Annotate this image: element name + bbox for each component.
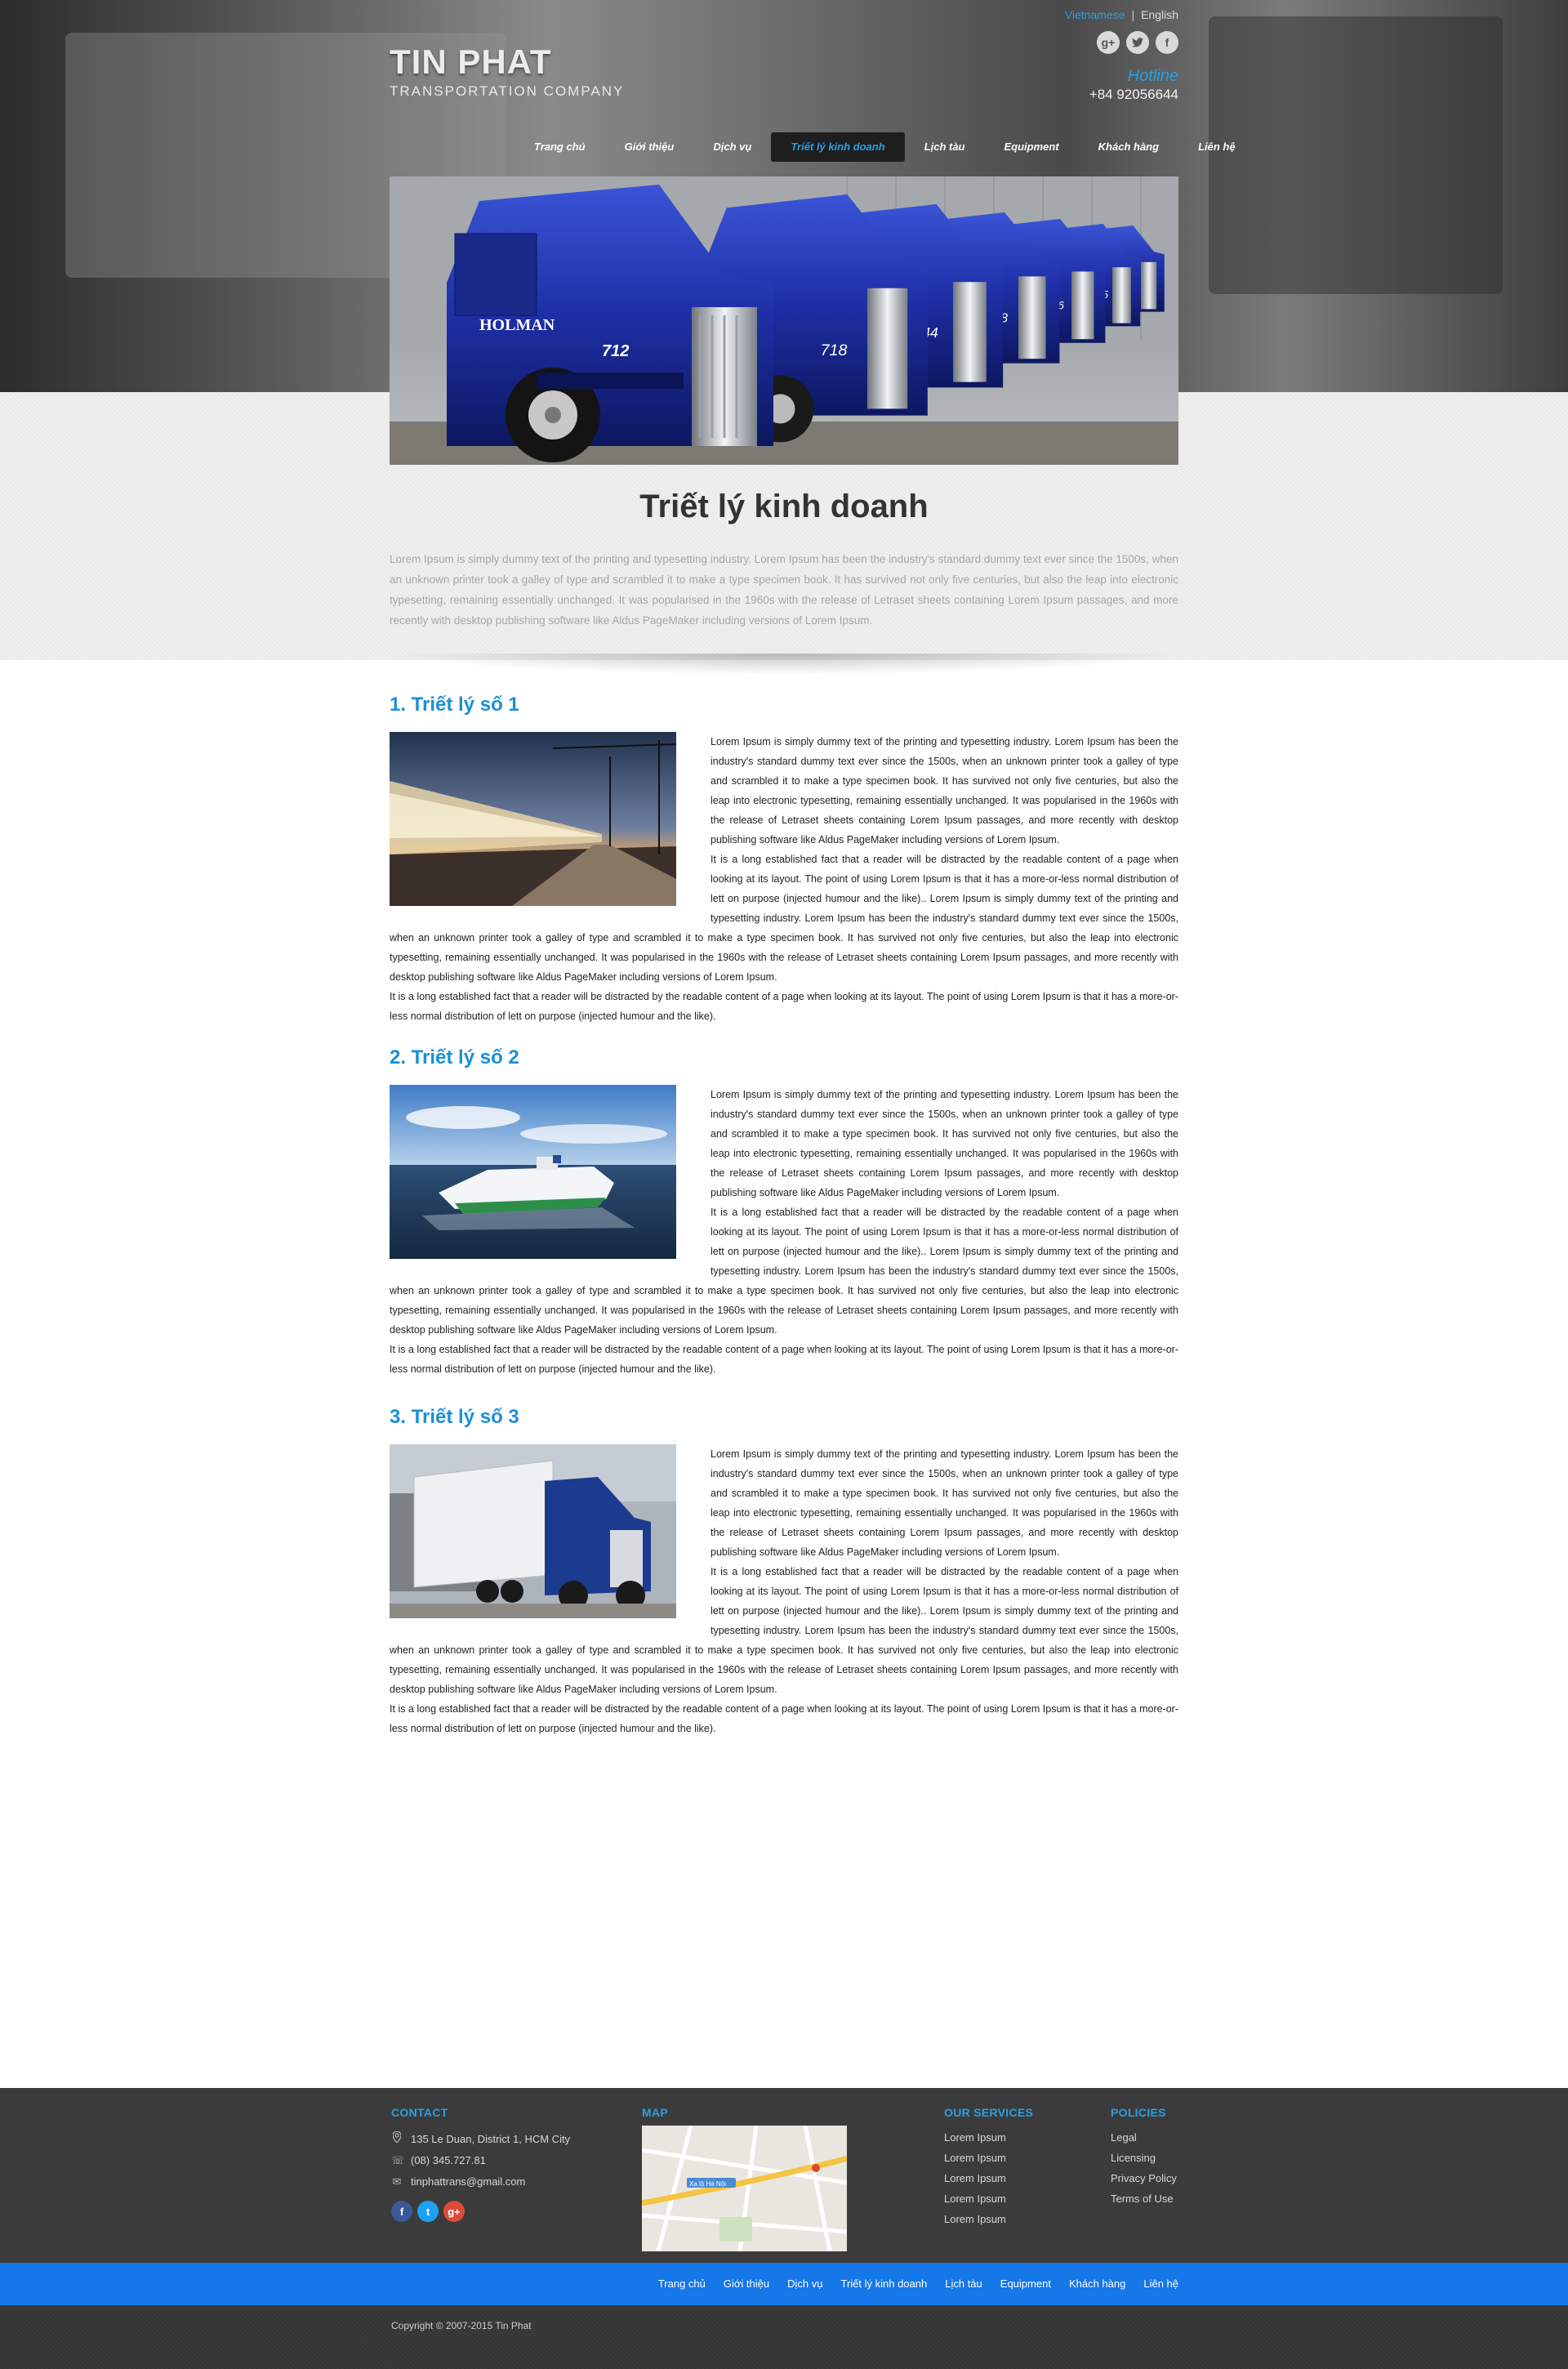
bottom-nav-customers[interactable]: Khách hàng xyxy=(1060,2263,1134,2305)
footer-service-link[interactable]: Lorem Ipsum xyxy=(944,2209,1033,2229)
section-title: 3. Triết lý số 3 xyxy=(390,1406,519,1428)
footer-policies-heading: POLICIES xyxy=(1111,2106,1166,2119)
section-paragraph: It is a long established fact that a rea… xyxy=(390,1703,1178,1734)
footer-social-links: f t g+ xyxy=(391,2201,570,2222)
logo-subtitle: TRANSPORTATION COMPANY xyxy=(390,83,625,99)
nav-item-contact[interactable]: Liên hệ xyxy=(1178,132,1255,162)
footer-service-link[interactable]: Lorem Ipsum xyxy=(944,2127,1033,2148)
page-intro: Lorem Ipsum is simply dummy text of the … xyxy=(390,553,1178,627)
footer-policy-link-legal[interactable]: Legal xyxy=(1111,2127,1177,2148)
section-paragraph: It is a long established fact that a rea… xyxy=(390,991,1178,1022)
band-shadow xyxy=(390,654,1178,675)
hotline-label: Hotline xyxy=(1127,67,1178,85)
page-title: Triết lý kinh doanh xyxy=(639,489,929,524)
nav-item-customers[interactable]: Khách hàng xyxy=(1079,132,1178,162)
footer-service-link[interactable]: Lorem Ipsum xyxy=(944,2148,1033,2168)
footer-policies: POLICIES Legal Licensing Privacy Policy … xyxy=(1111,2106,1177,2209)
lang-english-link[interactable]: English xyxy=(1141,8,1178,21)
contact-email-text[interactable]: tinphattrans@gmail.com xyxy=(411,2171,525,2193)
footer-contact-heading: CONTACT xyxy=(391,2106,448,2119)
twitter-icon[interactable]: t xyxy=(417,2201,439,2222)
section-body: Lorem Ipsum is simply dummy text of the … xyxy=(390,1444,1178,1738)
copyright-bar: Copyright © 2007-2015 Tin Phat xyxy=(0,2305,1568,2369)
language-switcher: Vietnamese | English xyxy=(1065,8,1178,21)
map-pin-icon xyxy=(391,2129,403,2150)
section-image-ferry xyxy=(390,1085,676,1259)
footer-service-link[interactable]: Lorem Ipsum xyxy=(944,2188,1033,2209)
bottom-nav: Trang chủ Giới thiệu Dịch vụ Triết lý ki… xyxy=(649,2263,1178,2305)
google-plus-icon[interactable]: g+ xyxy=(443,2201,465,2222)
mail-icon: ✉ xyxy=(392,2175,402,2188)
nav-item-home[interactable]: Trang chủ xyxy=(514,132,605,162)
truck-number: 718 xyxy=(821,341,848,359)
footer-services: OUR SERVICES Lorem Ipsum Lorem Ipsum Lor… xyxy=(944,2106,1033,2229)
footer-policy-link-licensing[interactable]: Licensing xyxy=(1111,2148,1177,2168)
truck-brand-text: HOLMAN xyxy=(479,316,555,334)
lang-vietnamese-link[interactable]: Vietnamese xyxy=(1065,8,1125,21)
truck-number: 712 xyxy=(602,342,629,360)
contact-address: 135 Le Duan, District 1, HCM City xyxy=(391,2129,570,2150)
footer-service-link[interactable]: Lorem Ipsum xyxy=(944,2168,1033,2188)
footer-map-heading: MAP xyxy=(642,2106,669,2119)
copyright-text: Copyright © 2007-2015 Tin Phat xyxy=(391,2320,532,2331)
google-plus-icon[interactable]: g+ xyxy=(1097,31,1120,54)
logo-title: TIN PHAT xyxy=(390,42,552,81)
bottom-nav-bar: Trang chủ Giới thiệu Dịch vụ Triết lý ki… xyxy=(0,2263,1568,2305)
contact-phone-text[interactable]: (08) 345.727.81 xyxy=(411,2150,486,2171)
phone-icon: ☏ xyxy=(391,2154,405,2166)
bottom-nav-schedule[interactable]: Lịch tàu xyxy=(936,2263,991,2305)
nav-item-philosophy[interactable]: Triết lý kinh doanh xyxy=(771,132,905,162)
bottom-nav-contact[interactable]: Liên hệ xyxy=(1134,2263,1178,2305)
map-widget[interactable]: Xa lộ Hà Nội xyxy=(642,2126,847,2251)
contact-phone: ☏ (08) 345.727.81 xyxy=(391,2150,570,2171)
footer-policy-link-privacy[interactable]: Privacy Policy xyxy=(1111,2168,1177,2188)
bottom-nav-home[interactable]: Trang chủ xyxy=(649,2263,715,2305)
section-title: 2. Triết lý số 2 xyxy=(390,1046,519,1069)
footer-policy-link-terms[interactable]: Terms of Use xyxy=(1111,2188,1177,2209)
hotline: Hotline +84 92056644 xyxy=(1089,67,1178,103)
footer: CONTACT 135 Le Duan, District 1, HCM Cit… xyxy=(0,2088,1568,2263)
bottom-nav-services[interactable]: Dịch vụ xyxy=(778,2263,831,2305)
contact-address-text: 135 Le Duan, District 1, HCM City xyxy=(411,2133,571,2145)
footer-contact: CONTACT 135 Le Duan, District 1, HCM Cit… xyxy=(391,2106,570,2222)
hotline-number[interactable]: +84 92056644 xyxy=(1089,87,1178,103)
nav-item-schedule[interactable]: Lịch tàu xyxy=(905,132,985,162)
map-street-label: Xa lộ Hà Nội xyxy=(689,2180,726,2188)
section-title: 1. Triết lý số 1 xyxy=(390,694,519,716)
contact-email: ✉ tinphattrans@gmail.com xyxy=(391,2171,570,2193)
hero-banner: 735 766 738 744 718 HOLMAN 712 xyxy=(390,176,1178,465)
nav-item-equipment[interactable]: Equipment xyxy=(985,132,1079,162)
hero-trucks-image: 735 766 738 744 718 HOLMAN 712 xyxy=(390,176,1178,465)
facebook-icon[interactable]: f xyxy=(391,2201,412,2222)
bottom-nav-equipment[interactable]: Equipment xyxy=(991,2263,1060,2305)
footer-services-heading: OUR SERVICES xyxy=(944,2106,1034,2119)
header-social-links: g+ f xyxy=(1097,31,1178,54)
bottom-nav-philosophy[interactable]: Triết lý kinh doanh xyxy=(831,2263,936,2305)
section-body: Lorem Ipsum is simply dummy text of the … xyxy=(390,1085,1178,1379)
footer-map: MAP xyxy=(642,2106,668,2119)
bottom-nav-about[interactable]: Giới thiệu xyxy=(715,2263,778,2305)
nav-item-services[interactable]: Dịch vụ xyxy=(693,132,771,162)
main-nav: Trang chủ Giới thiệu Dịch vụ Triết lý ki… xyxy=(514,132,1255,162)
logo[interactable]: TIN PHAT TRANSPORTATION COMPANY xyxy=(390,42,624,100)
section-body: Lorem Ipsum is simply dummy text of the … xyxy=(390,732,1178,1026)
facebook-icon[interactable]: f xyxy=(1156,31,1178,54)
section-paragraph: It is a long established fact that a rea… xyxy=(390,1344,1178,1375)
section-image-truck xyxy=(390,1444,676,1618)
philosophy-section-3: 3. Triết lý số 3 Lorem Ipsum is simply d… xyxy=(390,1405,1178,1738)
lang-separator: | xyxy=(1131,8,1135,21)
philosophy-section-1: 1. Triết lý số 1 Lorem Ipsum is simply d… xyxy=(390,693,1178,1026)
nav-item-about[interactable]: Giới thiệu xyxy=(605,132,694,162)
philosophy-section-2: 2. Triết lý số 2 Lorem Ipsum is simply d… xyxy=(390,1046,1178,1379)
twitter-icon[interactable] xyxy=(1126,31,1149,54)
section-image-train xyxy=(390,732,676,906)
